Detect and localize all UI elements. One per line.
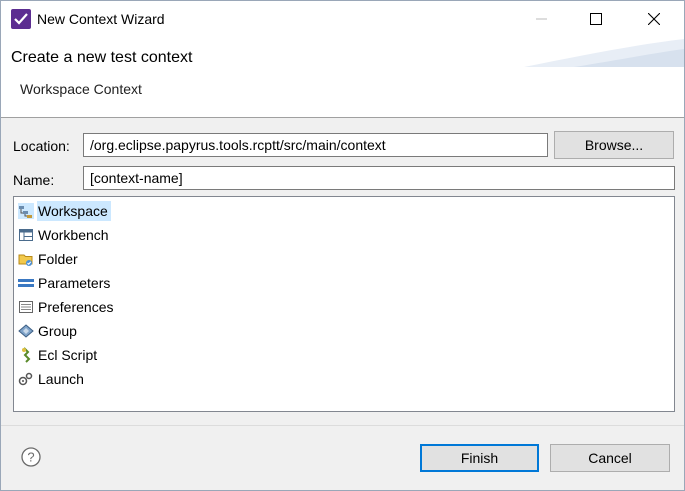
folder-icon <box>18 251 34 267</box>
close-button[interactable] <box>631 1 677 37</box>
wizard-window: New Context Wizard Create a new test con… <box>0 0 685 491</box>
list-item-label: Ecl Script <box>38 347 98 363</box>
list-item-label: Parameters <box>38 275 111 291</box>
list-item-parameters[interactable]: Parameters <box>18 272 113 294</box>
workspace-icon <box>18 203 34 219</box>
list-item-label: Workbench <box>38 227 109 243</box>
list-item-group[interactable]: Group <box>18 320 80 342</box>
list-item-launch[interactable]: Launch <box>18 368 87 390</box>
banner-decoration <box>524 39 684 67</box>
window-title: New Context Wizard <box>37 11 165 27</box>
list-item-preferences[interactable]: Preferences <box>18 296 116 318</box>
location-label: Location: <box>13 138 70 154</box>
list-item-workbench[interactable]: Workbench <box>18 224 112 246</box>
list-item-workspace[interactable]: Workspace <box>18 200 111 222</box>
preferences-icon <box>18 299 34 315</box>
finish-button[interactable]: Finish <box>420 444 539 472</box>
wizard-banner: Create a new test context Workspace Cont… <box>1 37 684 117</box>
workbench-icon <box>18 227 34 243</box>
browse-button[interactable]: Browse... <box>554 131 674 159</box>
context-type-list[interactable]: Workspace Workbench Folder Parameters Pr… <box>13 196 675 412</box>
location-field[interactable]: /org.eclipse.papyrus.tools.rcptt/src/mai… <box>83 133 548 157</box>
group-icon <box>18 323 34 339</box>
minimize-button[interactable] <box>519 1 565 37</box>
list-item-folder[interactable]: Folder <box>18 248 81 270</box>
banner-message: Workspace Context <box>20 81 142 97</box>
cancel-button[interactable]: Cancel <box>550 444 670 472</box>
ecl-script-icon <box>18 347 34 363</box>
list-item-label: Group <box>38 323 77 339</box>
banner-separator <box>1 117 684 118</box>
name-field[interactable]: [context-name] <box>83 166 675 190</box>
launch-icon <box>18 371 34 387</box>
banner-title: Create a new test context <box>11 49 193 66</box>
title-bar[interactable]: New Context Wizard <box>1 1 684 37</box>
footer-separator <box>1 425 684 426</box>
parameters-icon <box>18 275 34 291</box>
app-checkmark-icon <box>11 9 31 29</box>
list-item-label: Workspace <box>37 201 111 221</box>
maximize-button[interactable] <box>573 1 619 37</box>
help-icon[interactable]: ? <box>21 447 41 467</box>
list-item-ecl-script[interactable]: Ecl Script <box>18 344 100 366</box>
list-item-label: Folder <box>38 251 78 267</box>
name-label: Name: <box>13 172 55 188</box>
list-item-label: Launch <box>38 371 84 387</box>
list-item-label: Preferences <box>38 299 114 315</box>
svg-text:?: ? <box>27 450 34 465</box>
